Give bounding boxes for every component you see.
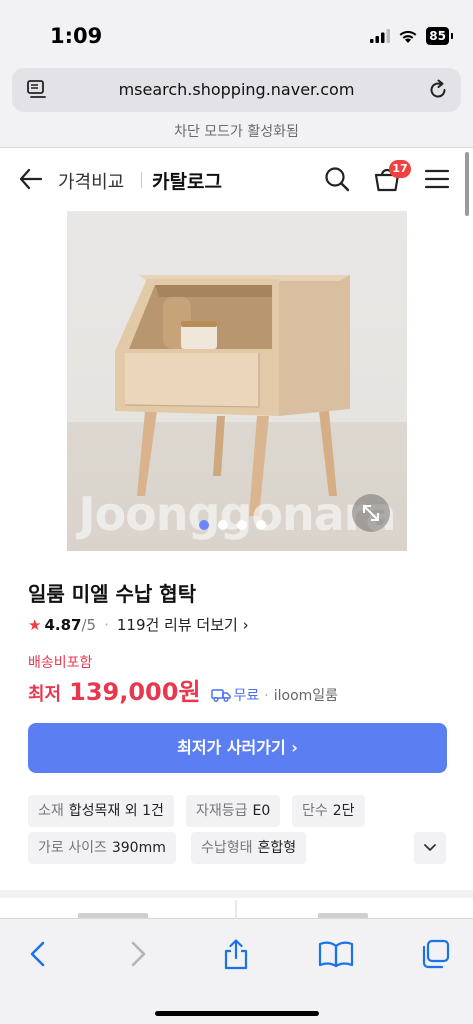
browser-toolbar <box>0 918 473 1024</box>
rating-separator: · <box>104 616 109 634</box>
page-title: 카탈로그 <box>152 171 222 193</box>
spec-value: 2단 <box>332 803 355 819</box>
next-section-peek <box>0 898 473 920</box>
rating-score: 4.87 <box>44 616 82 634</box>
battery-indicator: 85 <box>426 27 453 45</box>
share-icon[interactable] <box>222 939 250 971</box>
spec-value: 혼합형 <box>257 840 297 856</box>
spec-value: 합성목재 외 1건 <box>68 803 164 819</box>
app-header: 가격비교 카탈로그 17 <box>0 150 473 208</box>
spec-chip-grade: 자재등급 E0 <box>186 795 281 827</box>
spec-chip-storage: 수납형태 혼합형 <box>191 832 307 864</box>
spec-key: 단수 <box>302 803 328 819</box>
carousel-dot[interactable] <box>237 520 247 530</box>
spec-chip-width: 가로 사이즈 390mm <box>28 832 176 864</box>
forward-icon[interactable] <box>126 939 150 969</box>
spec-value: E0 <box>252 803 271 819</box>
product-name: 일룸 미엘 수납 협탁 <box>28 582 197 606</box>
tabs-icon[interactable] <box>420 939 450 969</box>
spec-key: 수납형태 <box>201 840 253 856</box>
truck-icon <box>210 689 231 702</box>
bookmarks-icon[interactable] <box>318 939 354 969</box>
rating-row: ★ 4.87 /5 · 119건 리뷰 더보기 › <box>28 614 249 635</box>
spec-key: 소재 <box>38 803 64 819</box>
url-text[interactable]: msearch.shopping.naver.com <box>12 80 461 99</box>
price-label: 최저 <box>28 684 62 705</box>
free-shipping-label: 무료 <box>233 688 260 704</box>
status-bar: 1:09 85 <box>0 0 473 64</box>
carousel-dot[interactable] <box>218 520 228 530</box>
signal-icon <box>370 29 391 43</box>
expand-image-button[interactable] <box>352 494 390 532</box>
back-icon[interactable] <box>26 939 50 969</box>
search-icon[interactable] <box>323 165 351 193</box>
spec-key: 가로 사이즈 <box>38 840 107 856</box>
rating-max: /5 <box>81 616 97 634</box>
carousel-dots[interactable] <box>199 520 266 530</box>
spec-chip-tiers: 단수 2단 <box>292 795 365 827</box>
blocked-mode-notice: 차단 모드가 활성화됨 <box>174 124 299 140</box>
spec-expand-button[interactable] <box>414 832 446 864</box>
star-icon: ★ <box>28 616 42 634</box>
price-row: 최저 139,000원 무료 · iloom일룸 <box>28 672 338 707</box>
browser-bar: msearch.shopping.naver.com 차단 모드가 활성화됨 <box>0 64 473 148</box>
carousel-dot[interactable] <box>256 520 266 530</box>
spec-key: 자재등급 <box>196 803 248 819</box>
product-image-gallery[interactable]: Joonggonara <box>67 211 407 551</box>
seller-name[interactable]: iloom일룸 <box>274 685 338 705</box>
status-icons: 85 <box>370 27 453 45</box>
chevron-down-icon <box>424 844 436 851</box>
status-time: 1:09 <box>50 24 103 48</box>
spec-chip-material: 소재 합성목재 외 1건 <box>28 795 174 827</box>
breadcrumb-price-compare[interactable]: 가격비교 <box>58 168 124 194</box>
shipping-note: 배송비포함 <box>28 655 93 671</box>
spec-value: 390mm <box>111 840 166 856</box>
wifi-icon <box>399 30 417 43</box>
header-divider <box>141 172 142 188</box>
scroll-indicator[interactable] <box>465 152 469 216</box>
price-value: 139,000원 <box>69 678 201 706</box>
reload-icon[interactable] <box>427 79 449 101</box>
section-divider <box>0 890 473 898</box>
seller-separator: · <box>264 688 269 704</box>
buy-lowest-price-button[interactable]: 최저가 사러가기 › <box>28 723 447 773</box>
home-indicator <box>155 1011 319 1016</box>
review-link[interactable]: 119건 리뷰 더보기 › <box>117 614 249 635</box>
menu-icon[interactable] <box>424 167 450 191</box>
carousel-dot[interactable] <box>199 520 209 530</box>
address-bar[interactable]: msearch.shopping.naver.com <box>12 68 461 112</box>
back-arrow-icon[interactable] <box>18 166 44 192</box>
partially-visible-content <box>78 900 368 920</box>
cart-badge: 17 <box>389 160 411 178</box>
expand-icon <box>363 505 379 521</box>
